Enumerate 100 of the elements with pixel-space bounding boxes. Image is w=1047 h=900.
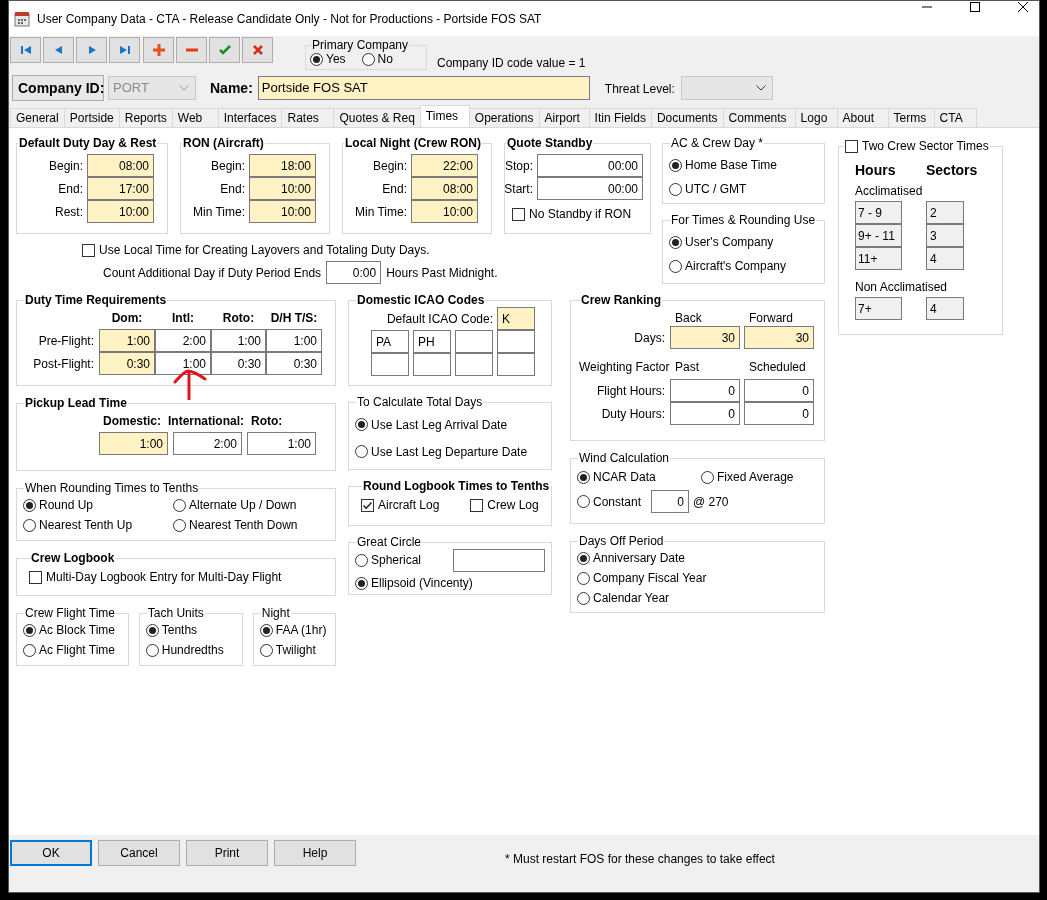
text-field[interactable]: 1:00 <box>266 329 322 353</box>
maximize-icon[interactable] <box>969 1 981 13</box>
first-record-button[interactable] <box>10 37 41 63</box>
next-record-button[interactable] <box>76 37 107 63</box>
tab[interactable]: CTA <box>933 108 977 128</box>
table-cell: 3 <box>926 224 964 248</box>
text-field[interactable]: 10:00 <box>87 200 154 224</box>
radio-button[interactable] <box>577 571 590 585</box>
previous-record-button[interactable] <box>43 37 74 63</box>
text-field[interactable]: 0:00 <box>326 261 382 285</box>
text-field[interactable]: 0:30 <box>211 352 266 376</box>
text-field[interactable]: 0:30 <box>99 352 155 376</box>
dialog-button[interactable]: OK <box>10 840 92 867</box>
text-field[interactable] <box>497 353 535 377</box>
text-field[interactable]: 0 <box>651 490 689 514</box>
tab[interactable]: Reports <box>118 108 173 128</box>
checkbox[interactable] <box>29 570 42 584</box>
tab[interactable]: Times <box>419 105 470 128</box>
checkbox[interactable] <box>361 498 374 512</box>
text-field[interactable] <box>371 353 409 377</box>
text-field[interactable]: 10:00 <box>249 200 316 224</box>
text-field[interactable]: 30 <box>744 326 814 350</box>
radio-button[interactable] <box>669 235 682 249</box>
plus-button[interactable] <box>143 37 174 63</box>
text-field[interactable]: 2:00 <box>155 329 211 353</box>
close-icon[interactable] <box>1017 1 1029 13</box>
last-record-button[interactable] <box>109 37 140 63</box>
tab[interactable]: General <box>10 108 65 128</box>
radio-button[interactable] <box>23 623 36 637</box>
text-field[interactable]: 18:00 <box>249 154 316 178</box>
text-field[interactable] <box>453 549 545 573</box>
text-field[interactable]: 10:00 <box>411 200 478 224</box>
checkbox[interactable] <box>845 139 858 153</box>
text-field[interactable] <box>455 330 493 354</box>
radio-button[interactable] <box>145 643 159 657</box>
radio-button[interactable] <box>259 643 273 657</box>
radio-button[interactable] <box>669 259 682 273</box>
text-field[interactable]: 2:00 <box>173 432 242 456</box>
dialog-button[interactable]: Print <box>186 840 268 867</box>
text-field[interactable]: 0:30 <box>266 352 322 376</box>
radio-button[interactable] <box>173 518 186 532</box>
text-field[interactable]: 1:00 <box>155 352 211 376</box>
text-field[interactable]: PH <box>413 330 451 354</box>
text-field[interactable]: 1:00 <box>99 432 168 456</box>
text-field[interactable]: 17:00 <box>87 177 154 201</box>
radio-button[interactable] <box>23 498 36 512</box>
text-field[interactable] <box>413 353 451 377</box>
radio-button[interactable] <box>669 182 682 196</box>
text-field[interactable]: 0 <box>744 379 814 403</box>
radio-button[interactable] <box>577 591 590 605</box>
dialog-button[interactable]: Help <box>274 840 356 867</box>
checkbox[interactable] <box>82 243 95 257</box>
radio-button[interactable] <box>259 623 273 637</box>
cancel-button[interactable] <box>242 37 273 63</box>
text-field[interactable]: 0 <box>744 402 814 426</box>
radio-button[interactable] <box>355 553 368 567</box>
radio-button[interactable] <box>173 498 186 512</box>
radio-button[interactable] <box>577 495 590 509</box>
radio-button[interactable] <box>577 551 590 565</box>
tab[interactable]: Airport <box>538 108 590 128</box>
radio-button[interactable] <box>669 158 682 172</box>
radio-button[interactable] <box>361 52 375 66</box>
column-header: Back <box>674 310 703 327</box>
radio-button[interactable] <box>23 518 36 532</box>
text-field[interactable]: 1:00 <box>99 329 155 353</box>
text-field[interactable]: 08:00 <box>411 177 478 201</box>
text-field[interactable] <box>497 330 535 354</box>
text-field[interactable]: 30 <box>670 326 740 350</box>
checkbox[interactable] <box>470 498 484 512</box>
text-field[interactable]: 08:00 <box>87 154 154 178</box>
radio-button[interactable] <box>355 445 368 459</box>
text-field[interactable]: 00:00 <box>537 154 643 178</box>
column-header: Roto: <box>221 311 256 328</box>
radio-button[interactable] <box>355 576 368 590</box>
checkmark-button[interactable] <box>209 37 240 63</box>
tab[interactable]: Operations <box>468 108 540 128</box>
text-field[interactable] <box>455 353 493 377</box>
text-field[interactable]: K <box>497 307 535 331</box>
text-field[interactable]: 1:00 <box>211 329 266 353</box>
text-field[interactable]: 10:00 <box>249 177 316 201</box>
name-field[interactable]: Portside FOS SAT <box>257 75 590 100</box>
text-field[interactable]: PA <box>371 330 409 354</box>
radio-button[interactable] <box>145 623 159 637</box>
checkbox[interactable] <box>512 207 525 221</box>
radio-button[interactable] <box>701 470 714 484</box>
dialog-button[interactable]: Cancel <box>98 840 180 867</box>
text-field[interactable]: 00:00 <box>537 177 643 201</box>
tab[interactable]: Quotes & Req <box>333 108 421 128</box>
radio-button[interactable] <box>355 418 368 432</box>
option-label: Round Up <box>39 498 94 513</box>
text-field[interactable]: 0 <box>670 379 740 403</box>
text-field[interactable]: 1:00 <box>247 432 316 456</box>
text-field[interactable]: 22:00 <box>411 154 478 178</box>
text-field[interactable]: 0 <box>670 402 740 426</box>
radio-button[interactable] <box>577 470 590 484</box>
tab[interactable]: Logo <box>794 108 838 128</box>
radio-button[interactable] <box>23 643 36 657</box>
radio-button[interactable] <box>310 52 323 66</box>
minus-button[interactable] <box>176 37 207 63</box>
option-label: Ac Flight Time <box>39 643 116 658</box>
